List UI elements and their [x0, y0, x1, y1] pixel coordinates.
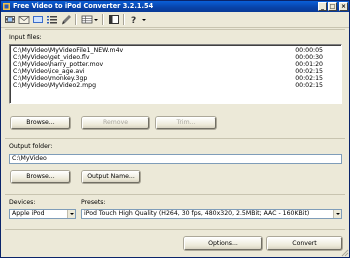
file-duration: 00:02:15 — [295, 68, 323, 75]
remove-button[interactable]: Remove — [82, 117, 149, 129]
toolbar-grid-dropdown[interactable] — [81, 14, 99, 25]
file-name: C:\MyVideo\monkey.3gp — [13, 75, 88, 82]
output-name-button[interactable]: Output Name... — [82, 171, 140, 183]
maximize-button[interactable]: □ — [328, 2, 337, 11]
presets-select[interactable]: iPod Touch High Quality (H264, 30 fps, 4… — [81, 209, 342, 219]
close-icon: × — [340, 3, 347, 10]
minimize-button[interactable]: _ — [318, 2, 327, 11]
minimize-icon: _ — [321, 3, 324, 10]
list-item[interactable]: C:\MyVideo\get_video.flv 00:00:30 — [13, 54, 323, 61]
toolbar-help-dropdown[interactable]: ? — [129, 14, 149, 25]
file-duration: 00:02:15 — [295, 75, 323, 82]
list-item[interactable]: C:\MyVideo\harry_potter.mov 00:01:20 — [13, 61, 323, 68]
film-icon — [5, 16, 15, 23]
toolbar: ? — [1, 12, 349, 28]
list-item[interactable]: C:\MyVideo\monkey.3gp 00:02:15 — [13, 75, 323, 82]
svg-text:?: ? — [131, 16, 136, 25]
brush-icon — [62, 15, 71, 25]
resize-grip-icon[interactable] — [341, 249, 349, 257]
toolbar-separator — [102, 14, 104, 25]
help-icon: ? — [131, 16, 146, 25]
file-name: C:\MyVideo\MyVideoFile1_NEW.m4v — [13, 47, 124, 54]
convert-button[interactable]: Convert — [267, 237, 342, 250]
mail-icon — [18, 16, 30, 24]
file-duration: 00:01:20 — [295, 61, 323, 68]
window-icon — [109, 15, 119, 24]
toolbar-mail-button[interactable] — [18, 14, 30, 25]
devices-label: Devices: — [9, 199, 36, 206]
toolbar-film-button[interactable] — [4, 14, 16, 25]
toolbar-media-button[interactable] — [32, 14, 44, 25]
output-folder-label: Output folder: — [9, 143, 53, 150]
trim-button[interactable]: Trim... — [156, 117, 216, 129]
chevron-down-icon[interactable] — [333, 210, 341, 218]
input-files-label: Input files: — [9, 34, 42, 41]
devices-select[interactable]: Apple iPod — [9, 209, 76, 219]
input-files-list[interactable]: C:\MyVideo\MyVideoFile1_NEW.m4v 00:00:05… — [9, 44, 342, 104]
grid-icon — [81, 15, 98, 24]
toolbar-window-button[interactable] — [108, 14, 120, 25]
app-icon — [3, 3, 10, 10]
chevron-down-icon[interactable] — [67, 210, 75, 218]
output-folder-input[interactable]: C:\MyVideo — [9, 154, 342, 164]
list-item[interactable]: C:\MyVideo\MyVideoFile1_NEW.m4v 00:00:05 — [13, 47, 323, 54]
window-title: Free Video to iPod Converter 3.2.1.54 — [13, 2, 154, 10]
close-button[interactable]: × — [339, 2, 348, 11]
title-bar[interactable]: Free Video to iPod Converter 3.2.1.54 _ … — [1, 1, 349, 12]
toolbar-separator — [123, 14, 125, 25]
list-item[interactable]: C:\MyVideo\ice_age.avi 00:02:15 — [13, 68, 323, 75]
toolbar-brush-button[interactable] — [60, 14, 72, 25]
file-name: C:\MyVideo\harry_potter.mov — [13, 61, 104, 68]
list-item[interactable]: C:\MyVideo\MyVideo2.mpg 00:02:15 — [13, 82, 323, 89]
file-duration: 00:00:05 — [295, 47, 323, 54]
toolbar-separator — [75, 14, 77, 25]
devices-selected-value: Apple iPod — [12, 210, 45, 217]
input-browse-button[interactable]: Browse... — [11, 117, 70, 129]
presets-selected-value: iPod Touch High Quality (H264, 30 fps, 4… — [84, 210, 310, 217]
toolbar-list-button[interactable] — [46, 14, 58, 25]
maximize-icon: □ — [329, 3, 336, 10]
file-name: C:\MyVideo\MyVideo2.mpg — [13, 82, 97, 89]
app-window: Free Video to iPod Converter 3.2.1.54 _ … — [0, 0, 350, 258]
file-duration: 00:02:15 — [295, 82, 323, 89]
presets-label: Presets: — [81, 199, 106, 206]
file-name: C:\MyVideo\ice_age.avi — [13, 68, 85, 75]
output-browse-button[interactable]: Browse... — [11, 171, 70, 183]
options-button[interactable]: Options... — [184, 237, 262, 250]
file-name: C:\MyVideo\get_video.flv — [13, 54, 90, 61]
media-icon — [33, 16, 43, 23]
list-icon — [47, 16, 57, 24]
file-duration: 00:00:30 — [295, 54, 323, 61]
